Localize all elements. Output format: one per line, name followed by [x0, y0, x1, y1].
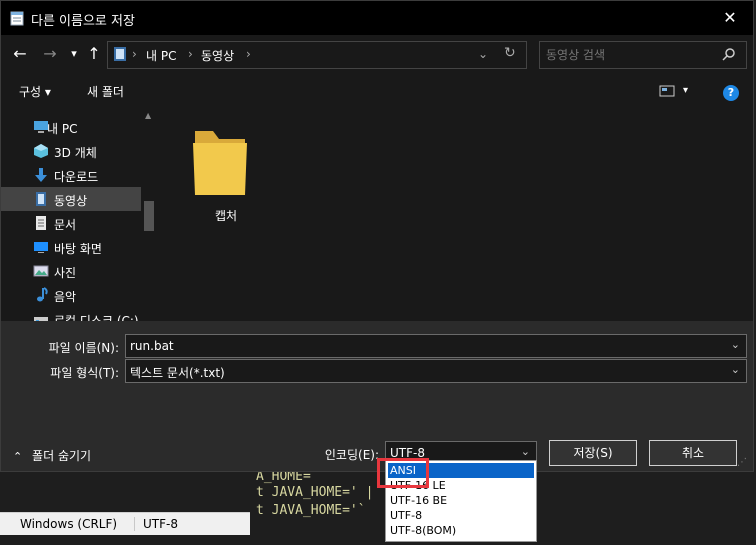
save-button[interactable]: 저장(S): [549, 440, 637, 466]
address-history-icon[interactable]: ⌄: [478, 47, 488, 61]
code-line: t JAVA_HOME='`: [256, 503, 366, 518]
cube-icon: [34, 144, 48, 158]
filename-field[interactable]: run.bat ⌄: [125, 334, 747, 358]
filetype-label: 파일 형식(T):: [50, 366, 119, 380]
editor-status-bar: Windows (CRLF) UTF-8: [0, 512, 250, 535]
toolbar: 구성 ▾ 새 폴더 ▾ ?: [1, 75, 753, 107]
filename-value: run.bat: [130, 339, 174, 353]
view-dropdown-icon[interactable]: ▾: [683, 85, 688, 96]
encoding-option-utf8-bom[interactable]: UTF-8(BOM): [388, 523, 534, 538]
refresh-icon[interactable]: ↻: [504, 45, 516, 61]
help-icon[interactable]: ?: [723, 85, 739, 101]
forward-button[interactable]: →: [39, 43, 61, 65]
organize-button[interactable]: 구성 ▾: [19, 83, 51, 100]
folder-icon: [193, 131, 247, 195]
address-bar[interactable]: › 내 PC › 동영상 › ⌄ ↻: [107, 41, 527, 69]
video-folder-icon: [114, 47, 126, 61]
scroll-up-arrow[interactable]: ▲: [145, 111, 151, 120]
status-line-ending[interactable]: Windows (CRLF): [20, 517, 117, 531]
navigation-pane: 내 PC 3D 개체 다운로드 동영상 문서 바탕 화면 사진 음악: [1, 107, 157, 328]
sidebar-item-desktop[interactable]: 바탕 화면: [1, 235, 141, 259]
status-encoding[interactable]: UTF-8: [134, 517, 178, 531]
hide-folders-label: 폴더 숨기기: [32, 449, 92, 463]
search-icon[interactable]: [722, 47, 736, 61]
chevron-down-icon[interactable]: ⌄: [731, 363, 740, 376]
back-button[interactable]: ←: [9, 43, 31, 65]
new-folder-button[interactable]: 새 폴더: [87, 83, 124, 100]
chevron-down-icon[interactable]: ⌄: [521, 445, 530, 458]
close-button[interactable]: ✕: [707, 3, 753, 33]
desktop-icon: [34, 242, 48, 253]
cancel-button[interactable]: 취소: [649, 440, 737, 466]
video-icon: [36, 192, 46, 206]
filename-label: 파일 이름(N):: [48, 341, 119, 355]
code-line: t JAVA_HOME=' |: [256, 485, 374, 500]
sidebar-item-3d-objects[interactable]: 3D 개체: [1, 139, 141, 163]
recent-locations-button[interactable]: ▾: [63, 43, 85, 65]
resize-grip-icon[interactable]: ⋰: [737, 457, 751, 471]
highlight-annotation-box: [377, 458, 429, 488]
save-form: 파일 이름(N): run.bat ⌄ 파일 형식(T): 텍스트 문서(*.t…: [1, 321, 753, 471]
sidebar-item-music[interactable]: 음악: [1, 283, 141, 307]
file-list-area: 캡처: [157, 107, 753, 321]
search-input[interactable]: [544, 44, 718, 66]
encoding-option-utf8[interactable]: UTF-8: [388, 508, 534, 523]
hide-folders-button[interactable]: ⌃ 폴더 숨기기: [13, 447, 91, 464]
encoding-option-utf16be[interactable]: UTF-16 BE: [388, 493, 534, 508]
search-box[interactable]: [539, 41, 747, 69]
navigation-bar: ← → ▾ ↑ › 내 PC › 동영상 › ⌄ ↻: [1, 35, 753, 75]
notepad-icon: [10, 11, 24, 26]
sidebar-item-videos[interactable]: 동영상: [1, 187, 141, 211]
chevron-down-icon[interactable]: ⌄: [731, 338, 740, 351]
view-options-icon[interactable]: [659, 85, 675, 97]
sidebar-scroll-thumb[interactable]: [144, 201, 154, 231]
music-icon: [37, 287, 48, 302]
sidebar-item-this-pc[interactable]: 내 PC: [1, 115, 141, 139]
title-bar: 다른 이름으로 저장 ✕: [1, 1, 753, 35]
download-icon: [35, 168, 47, 182]
sidebar-item-documents[interactable]: 문서: [1, 211, 141, 235]
folder-item[interactable]: 캡처: [181, 121, 271, 231]
encoding-label: 인코딩(E):: [324, 448, 379, 462]
chevron-up-icon: ⌃: [13, 450, 23, 463]
breadcrumb-this-pc[interactable]: 내 PC: [146, 47, 176, 64]
folder-name: 캡처: [215, 209, 238, 223]
document-icon: [36, 216, 46, 230]
breadcrumb-videos[interactable]: 동영상: [201, 47, 234, 64]
filetype-select[interactable]: 텍스트 문서(*.txt) ⌄: [125, 359, 747, 383]
up-button[interactable]: ↑: [83, 43, 105, 65]
save-as-dialog: 다른 이름으로 저장 ✕ ← → ▾ ↑ › 내 PC › 동영상 › ⌄ ↻ …: [0, 0, 754, 472]
sidebar-item-pictures[interactable]: 사진: [1, 259, 141, 283]
picture-icon: [33, 265, 49, 277]
filetype-value: 텍스트 문서(*.txt): [130, 366, 225, 380]
sidebar-item-downloads[interactable]: 다운로드: [1, 163, 141, 187]
window-title: 다른 이름으로 저장: [31, 14, 135, 29]
